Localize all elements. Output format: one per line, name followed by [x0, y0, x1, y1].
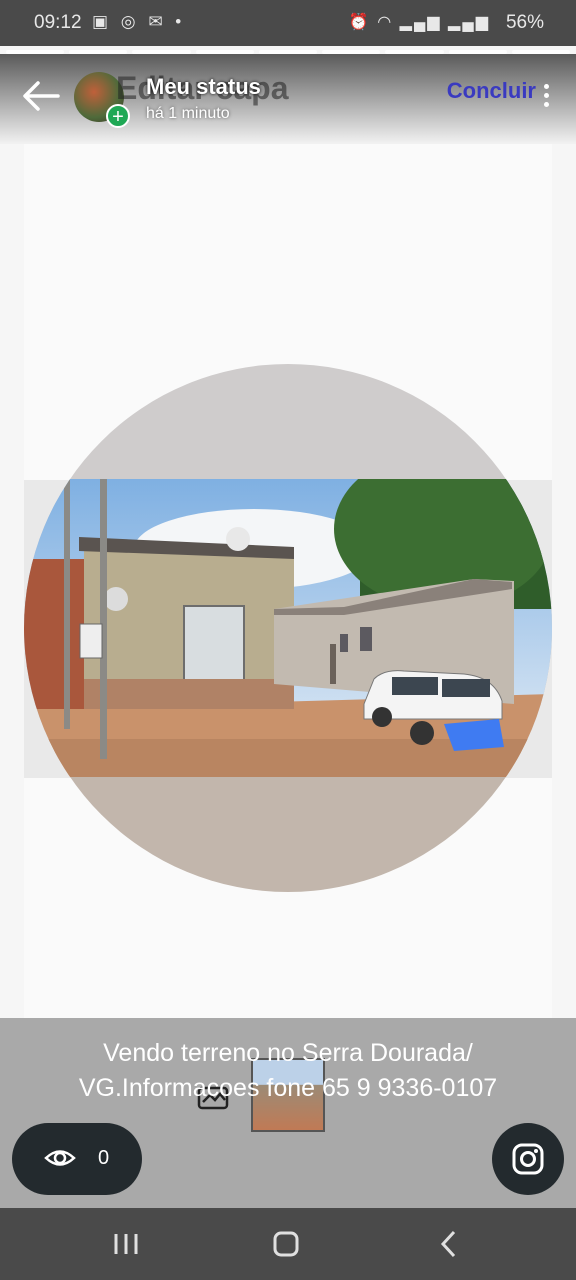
- add-status-icon[interactable]: +: [106, 104, 130, 128]
- views-count: 0: [98, 1147, 110, 1169]
- circular-photo-crop[interactable]: [24, 364, 552, 892]
- done-button[interactable]: Concluir: [447, 78, 536, 104]
- instagram-icon: [512, 1143, 544, 1175]
- eye-icon: [44, 1150, 76, 1166]
- back-nav-icon[interactable]: [430, 1228, 470, 1260]
- views-button[interactable]: 0: [12, 1123, 142, 1195]
- back-arrow-icon[interactable]: [20, 78, 62, 114]
- status-owner-title: Meu status: [146, 74, 261, 99]
- more-vert-icon[interactable]: [542, 84, 552, 110]
- signal-icons: ⏰ ◠ ▂▄▆ ▂▄▆: [348, 14, 490, 31]
- caption-line-1: Vendo terreno no Serra Dourada/: [103, 1039, 473, 1067]
- house-photo: [24, 479, 552, 777]
- system-status-bar: 09:12 ▣ ◎ ✉ • ⏰ ◠ ▂▄▆ ▂▄▆ 56%: [0, 0, 576, 46]
- clock: 09:12: [34, 12, 82, 33]
- status-caption: Vendo terreno no Serra Dourada/ VG.Infor…: [0, 1036, 576, 1106]
- home-icon[interactable]: [266, 1228, 306, 1260]
- notification-icons: ▣ ◎ ✉ •: [92, 12, 186, 31]
- instagram-share-button[interactable]: [492, 1123, 564, 1195]
- recent-apps-icon[interactable]: [106, 1228, 146, 1260]
- caption-line-2: VG.Informacoes fone 65 9 9336-0107: [78, 1074, 498, 1102]
- status-timestamp: há 1 minuto: [146, 105, 230, 122]
- battery-level: 56%: [505, 12, 544, 33]
- system-navigation-bar: [0, 1208, 576, 1280]
